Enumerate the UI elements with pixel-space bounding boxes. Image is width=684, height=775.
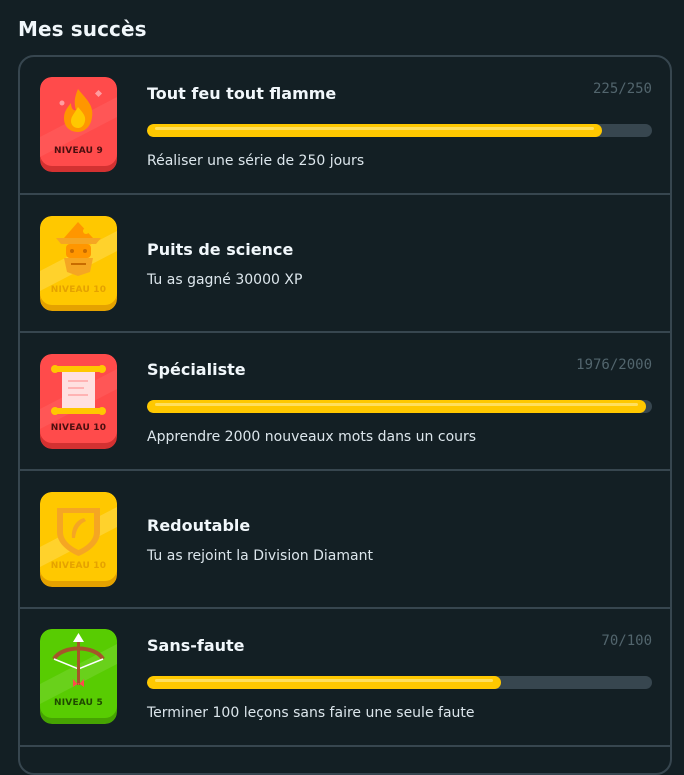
achievement-title: Spécialiste — [147, 360, 246, 379]
badge-streak: NIVEAU 9 — [40, 77, 117, 172]
badge-perfect: NIVEAU 5 — [40, 629, 117, 724]
progress-bar — [147, 676, 652, 689]
progress-bar-fill — [147, 124, 602, 137]
achievement-description: Terminer 100 leçons sans faire une seule… — [147, 705, 475, 721]
badge-level: NIVEAU 10 — [50, 285, 107, 295]
progress-bar-shine — [155, 403, 638, 406]
progress-count: 225/250 — [592, 81, 652, 97]
achievement-description: Tu as rejoint la Division Diamant — [147, 548, 373, 564]
progress-bar — [147, 124, 652, 137]
badge-league: NIVEAU 10 — [40, 492, 117, 587]
achievement-title: Puits de science — [147, 240, 294, 259]
achievement-description: Réaliser une série de 250 jours — [147, 153, 365, 169]
progress-count: 70/100 — [601, 633, 652, 649]
achievement-row-league[interactable]: NIVEAU 10 Redoutable Tu as rejoint la Di… — [20, 471, 670, 609]
progress-bar-shine — [155, 127, 594, 130]
badge-words: NIVEAU 10 — [40, 354, 117, 449]
achievements-card: NIVEAU 9 Tout feu tout flamme 225/250 Ré… — [18, 55, 672, 775]
achievement-row-xp[interactable]: NIVEAU 10 Puits de science Tu as gagné 3… — [20, 195, 670, 333]
badge-xp: NIVEAU 10 — [40, 216, 117, 311]
achievement-title: Redoutable — [147, 516, 251, 535]
achievement-description: Apprendre 2000 nouveaux mots dans un cou… — [147, 429, 477, 445]
achievement-row-perfect[interactable]: NIVEAU 5 Sans-faute 70/100 Terminer 100 … — [20, 609, 670, 747]
achievement-title: Sans-faute — [147, 636, 245, 655]
badge-level: NIVEAU 10 — [50, 423, 107, 433]
achievement-row-words[interactable]: NIVEAU 10 Spécialiste 1976/2000 Apprendr… — [20, 333, 670, 471]
section-title: Mes succès — [18, 17, 147, 41]
achievement-row-streak[interactable]: NIVEAU 9 Tout feu tout flamme 225/250 Ré… — [20, 57, 670, 195]
progress-count: 1976/2000 — [576, 357, 652, 373]
progress-bar — [147, 400, 652, 413]
achievement-description: Tu as gagné 30000 XP — [147, 272, 303, 288]
achievement-title: Tout feu tout flamme — [147, 84, 337, 103]
badge-level: NIVEAU 10 — [50, 561, 107, 571]
progress-bar-fill — [147, 400, 646, 413]
progress-bar-fill — [147, 676, 501, 689]
progress-bar-shine — [155, 679, 493, 682]
badge-level: NIVEAU 5 — [54, 698, 103, 708]
badge-level: NIVEAU 9 — [54, 146, 103, 156]
